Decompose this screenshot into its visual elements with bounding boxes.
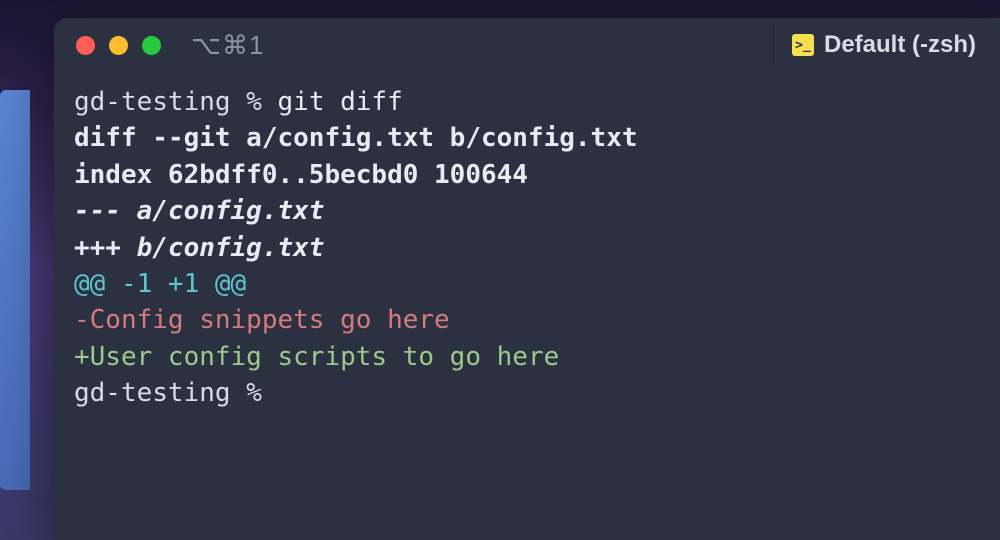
diff-index-line: index 62bdff0..5becbd0 100644 bbox=[74, 157, 980, 193]
diff-added-line: +User config scripts to go here bbox=[74, 339, 980, 375]
diff-hunk-line: @@ -1 +1 @@ bbox=[74, 266, 980, 302]
diff-file-b-line: +++ b/config.txt bbox=[74, 230, 980, 266]
minimize-button[interactable] bbox=[109, 36, 128, 55]
maximize-button[interactable] bbox=[142, 36, 161, 55]
terminal-window: ⌥⌘1 >_ Default (-zsh) gd-testing % git d… bbox=[54, 18, 1000, 540]
shortcut-text: ⌥⌘1 bbox=[191, 30, 264, 61]
prompt-symbol: % bbox=[246, 378, 262, 408]
close-button[interactable] bbox=[76, 36, 95, 55]
diff-file-a-line: --- a/config.txt bbox=[74, 193, 980, 229]
prompt-line-2: gd-testing % bbox=[74, 375, 980, 411]
desktop-accent-shape bbox=[0, 90, 30, 490]
terminal-output-area[interactable]: gd-testing % git diff diff --git a/confi… bbox=[54, 72, 1000, 424]
traffic-lights bbox=[76, 36, 161, 55]
command-text: git diff bbox=[278, 87, 403, 117]
prompt-path: gd-testing bbox=[74, 87, 231, 117]
tab-shortcut-indicator: ⌥⌘1 bbox=[191, 30, 264, 61]
window-titlebar[interactable]: ⌥⌘1 >_ Default (-zsh) bbox=[54, 18, 1000, 72]
prompt-path: gd-testing bbox=[74, 378, 231, 408]
terminal-icon: >_ bbox=[792, 34, 814, 56]
active-tab[interactable]: >_ Default (-zsh) bbox=[773, 24, 1000, 66]
prompt-symbol: % bbox=[246, 87, 262, 117]
diff-header-line: diff --git a/config.txt b/config.txt bbox=[74, 120, 980, 156]
prompt-line-1: gd-testing % git diff bbox=[74, 84, 980, 120]
tab-title: Default (-zsh) bbox=[824, 31, 976, 59]
diff-removed-line: -Config snippets go here bbox=[74, 302, 980, 338]
